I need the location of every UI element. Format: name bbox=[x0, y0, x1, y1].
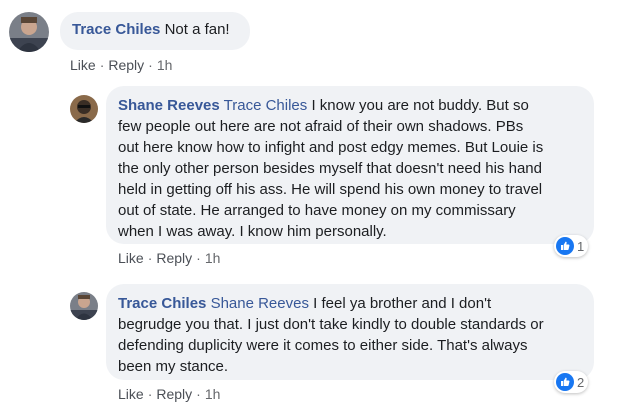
separator-dot: · bbox=[99, 57, 105, 73]
comment-text-line: held in getting off his ass. He will spe… bbox=[118, 181, 543, 198]
separator-dot: · bbox=[147, 250, 153, 266]
comment-author[interactable]: Trace Chiles bbox=[72, 21, 160, 38]
comment-text-line: been my stance. bbox=[118, 358, 229, 375]
mention-link[interactable]: Trace Chiles bbox=[224, 97, 308, 114]
comment-bubble: Trace Chiles Shane Reeves I feel ya brot… bbox=[106, 284, 594, 380]
timestamp[interactable]: 1h bbox=[205, 250, 221, 266]
timestamp[interactable]: 1h bbox=[157, 57, 173, 73]
comment-text-line: I know you are not buddy. But so bbox=[311, 97, 529, 114]
reaction-number: 2 bbox=[577, 374, 585, 390]
separator-dot: · bbox=[147, 386, 153, 402]
like-link[interactable]: Like bbox=[70, 57, 96, 73]
avatar[interactable] bbox=[70, 292, 98, 320]
comment-actions: Like · Reply · 1h bbox=[70, 57, 172, 73]
comment-text: Not a fan! bbox=[164, 21, 230, 38]
separator-dot: · bbox=[196, 386, 201, 402]
comment-text-line: out here know how to infight and post ed… bbox=[118, 139, 544, 156]
comment-text-line: defending duplicity were it comes to eit… bbox=[118, 337, 528, 354]
avatar[interactable] bbox=[70, 95, 98, 123]
comment-text-line: out of state. He arranged to have money … bbox=[118, 202, 516, 219]
like-icon bbox=[556, 373, 574, 391]
avatar-photo bbox=[70, 292, 98, 320]
reply-link[interactable]: Reply bbox=[108, 57, 144, 73]
reaction-count[interactable]: 1 bbox=[554, 235, 589, 257]
reply-link[interactable]: Reply bbox=[156, 250, 192, 266]
avatar[interactable] bbox=[9, 12, 49, 52]
comment-text-line: the only other person besides myself tha… bbox=[118, 160, 542, 177]
comment-bubble: Trace Chiles Not a fan! bbox=[60, 12, 250, 50]
reply-link[interactable]: Reply bbox=[156, 386, 192, 402]
like-link[interactable]: Like bbox=[118, 386, 144, 402]
comment-thread: Trace Chiles Not a fan! Like · Reply · 1h Sh… bbox=[0, 0, 618, 416]
avatar-photo bbox=[9, 12, 49, 52]
comment-author[interactable]: Shane Reeves bbox=[118, 97, 220, 114]
reaction-number: 1 bbox=[577, 238, 585, 254]
comment-actions: Like · Reply · 1h bbox=[118, 250, 220, 266]
comment-actions: Like · Reply · 1h bbox=[118, 386, 220, 402]
like-link[interactable]: Like bbox=[118, 250, 144, 266]
comment-text-line: begrudge you that. I just don't take kin… bbox=[118, 316, 544, 333]
comment-bubble: Shane Reeves Trace Chiles I know you are… bbox=[106, 86, 594, 244]
mention-link[interactable]: Shane Reeves bbox=[211, 295, 309, 312]
separator-dot: · bbox=[196, 250, 201, 266]
comment-text-line: I feel ya brother and I don't bbox=[313, 295, 492, 312]
reaction-count[interactable]: 2 bbox=[554, 371, 589, 393]
comment-author[interactable]: Trace Chiles bbox=[118, 295, 206, 312]
separator-dot: · bbox=[148, 57, 153, 73]
comment-text-line: when I was away. I know him personally. bbox=[118, 223, 387, 240]
avatar-photo bbox=[70, 95, 98, 123]
timestamp[interactable]: 1h bbox=[205, 386, 221, 402]
like-icon bbox=[556, 237, 574, 255]
comment-text-line: few people out here are not afraid of th… bbox=[118, 118, 524, 135]
